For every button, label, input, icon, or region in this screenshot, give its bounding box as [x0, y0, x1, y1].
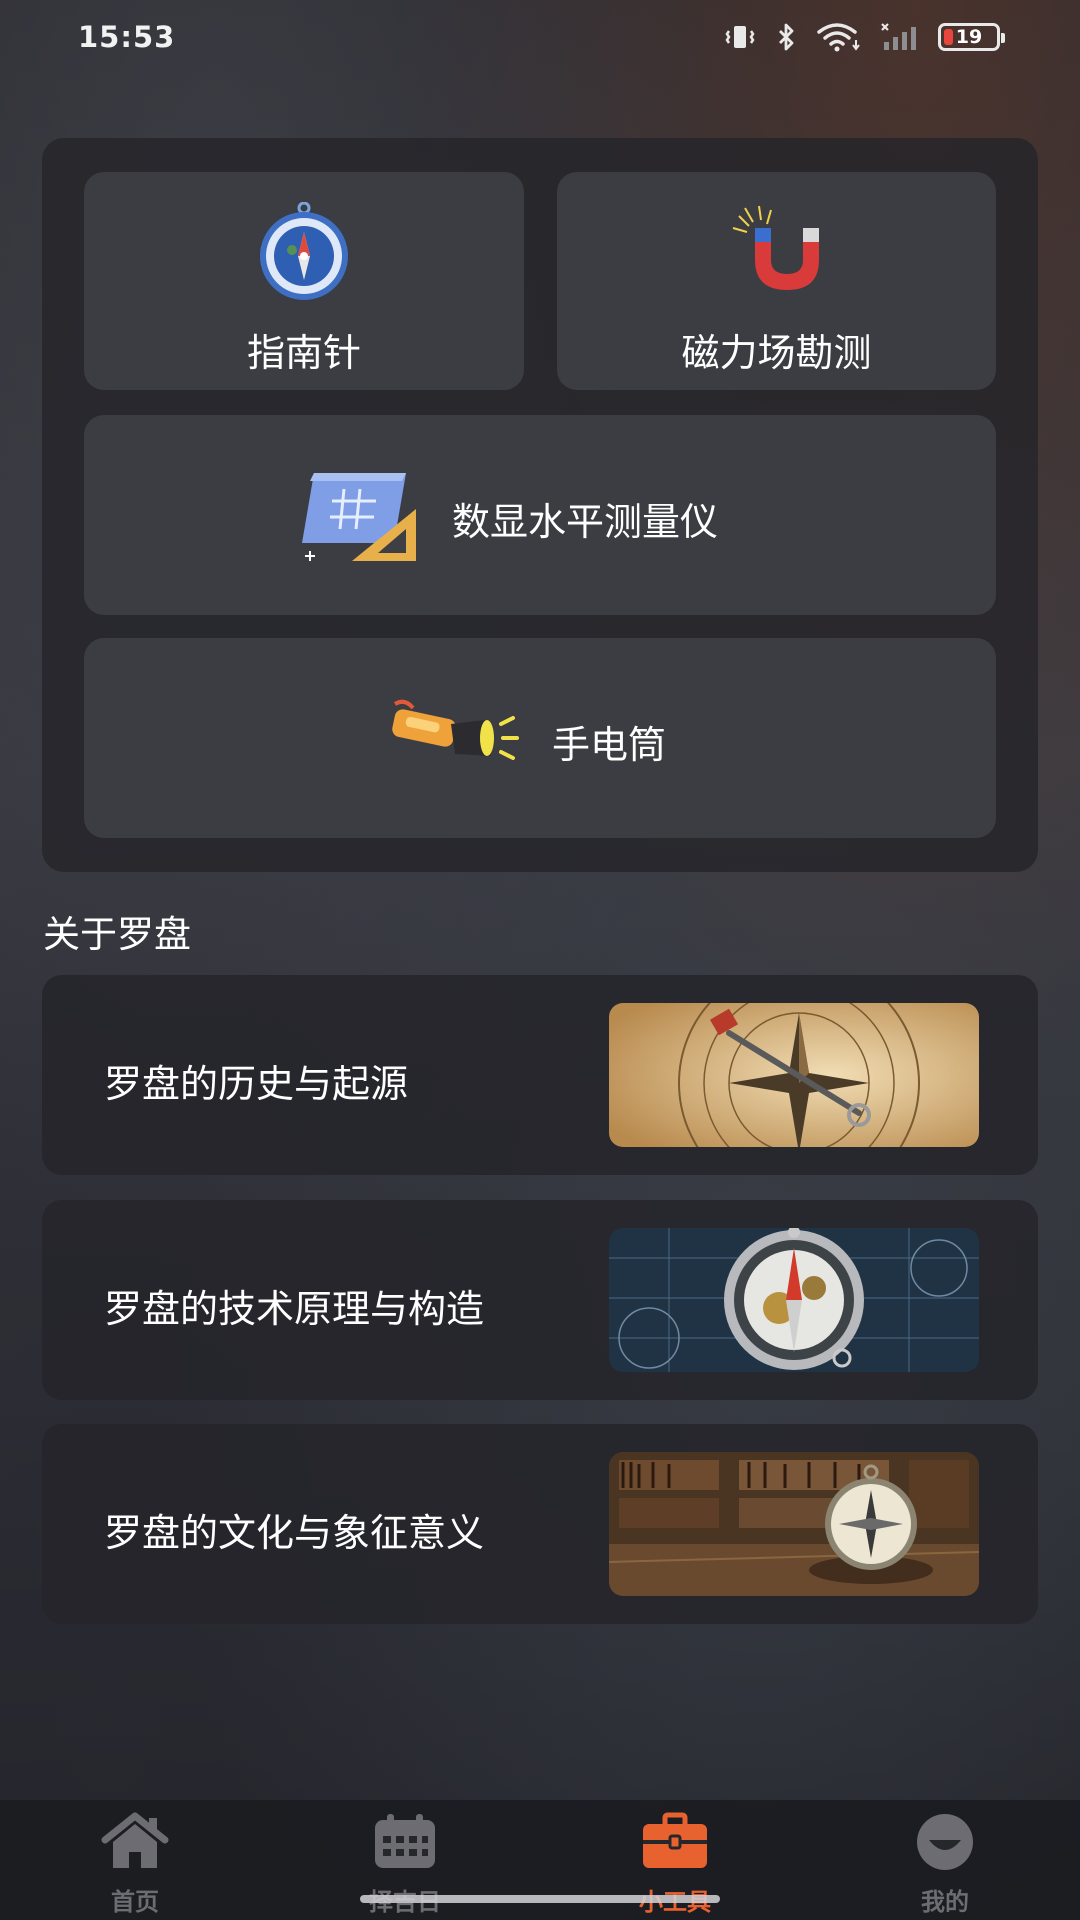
tool-flashlight-card[interactable]: 手电筒	[84, 638, 996, 838]
flashlight-icon	[389, 698, 519, 778]
battery-level: 19	[955, 26, 983, 48]
mechanical-compass-blueprint-image	[609, 1228, 979, 1372]
section-title-about: 关于罗盘	[43, 913, 191, 956]
article-title: 罗盘的历史与起源	[104, 1062, 409, 1106]
status-time: 15:53	[78, 20, 176, 54]
tool-compass-label: 指南针	[246, 331, 361, 375]
tool-digital-level-label: 数显水平测量仪	[452, 500, 719, 544]
tool-compass-card[interactable]: 指南针	[84, 172, 524, 390]
bluetooth-icon	[774, 22, 798, 52]
compass-icon	[252, 201, 356, 302]
antique-compass-rose-image	[609, 1003, 979, 1147]
toolbox-icon	[575, 1812, 775, 1874]
tool-flashlight-label: 手电筒	[552, 723, 667, 767]
magnet-icon	[725, 198, 829, 298]
tools-panel: 指南针 磁力场勘测 数显水平测量仪 手电筒	[42, 138, 1038, 872]
nav-item-mine[interactable]: 我的	[845, 1812, 1045, 1917]
status-icons: 19	[724, 22, 1005, 52]
battery-icon: 19	[938, 23, 1005, 51]
home-icon	[35, 1812, 235, 1874]
article-card-principles[interactable]: 罗盘的技术原理与构造	[42, 1200, 1038, 1400]
calendar-icon	[305, 1812, 505, 1874]
status-bar: 15:53 19	[0, 0, 1080, 80]
tool-magnetic-field-card[interactable]: 磁力场勘测	[557, 172, 996, 390]
compass-library-desk-image	[609, 1452, 979, 1596]
wifi-icon	[816, 22, 862, 52]
article-card-history[interactable]: 罗盘的历史与起源	[42, 975, 1038, 1175]
nav-label-mine: 我的	[921, 1888, 969, 1916]
vibrate-icon	[724, 22, 756, 52]
nav-label-home: 首页	[111, 1888, 159, 1916]
home-indicator	[360, 1895, 720, 1903]
article-title: 罗盘的技术原理与构造	[104, 1287, 485, 1331]
article-title: 罗盘的文化与象征意义	[104, 1511, 485, 1555]
nav-item-home[interactable]: 首页	[35, 1812, 235, 1917]
tool-digital-level-card[interactable]: 数显水平测量仪	[84, 415, 996, 615]
blueprint-ruler-icon	[294, 465, 418, 565]
profile-icon	[845, 1812, 1045, 1874]
cellular-signal-icon	[880, 22, 920, 52]
tool-magnetic-field-label: 磁力场勘测	[681, 331, 872, 375]
article-card-culture[interactable]: 罗盘的文化与象征意义	[42, 1424, 1038, 1624]
